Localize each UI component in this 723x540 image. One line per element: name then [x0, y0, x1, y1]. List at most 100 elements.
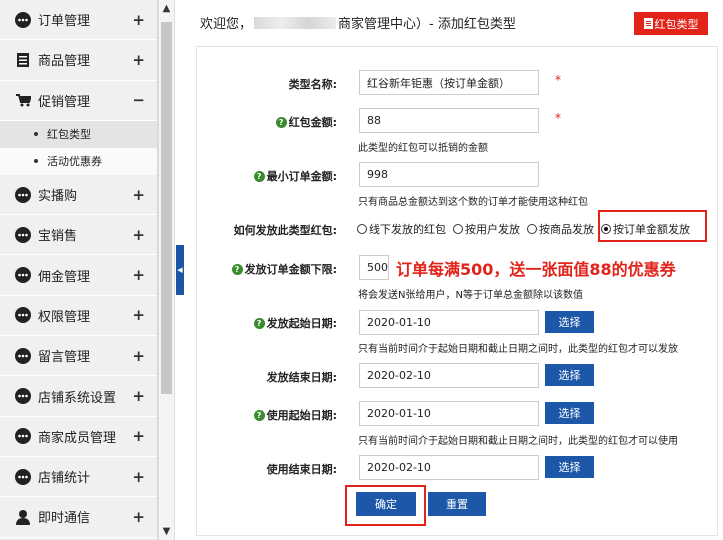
send-end-date-input[interactable]: 2020-02-10	[359, 363, 539, 388]
use-start-date-input[interactable]: 2020-01-10	[359, 401, 539, 426]
dots-icon	[14, 468, 32, 486]
dots-icon	[14, 226, 32, 244]
order-lower-input[interactable]: 500	[359, 255, 389, 280]
dots-icon	[14, 186, 32, 204]
send-start-choose-button[interactable]: 选择	[545, 311, 594, 333]
scroll-up-icon[interactable]: ▲	[159, 0, 174, 17]
help-icon[interactable]: ?	[253, 409, 265, 421]
label-text: 类型名称:	[288, 78, 337, 91]
order-lower-hint: 将会发送N张给用户，N等于订单总金额除以该数值	[358, 290, 583, 301]
send-date-hint: 只有当前时间介于起始日期和截止日期之间时，此类型的红包才可以发放	[358, 344, 678, 355]
sidebar-item-live-shop[interactable]: 实播购 +	[0, 175, 157, 216]
scroll-down-icon[interactable]: ▼	[159, 523, 174, 540]
expand-toggle[interactable]: +	[132, 51, 145, 69]
radio-by-product[interactable]: 按商品发放	[527, 221, 594, 237]
expand-toggle[interactable]: +	[132, 266, 145, 284]
expand-toggle[interactable]: +	[132, 306, 145, 324]
label-text: 使用起始日期:	[266, 409, 337, 422]
sidebar-item-label: 店铺系统设置	[38, 390, 117, 406]
expand-toggle[interactable]: +	[132, 427, 145, 445]
amount-hint: 此类型的红包可以抵销的金额	[358, 143, 488, 154]
send-end-choose-button[interactable]: 选择	[545, 364, 594, 386]
sidebar-item-messages[interactable]: 留言管理 +	[0, 336, 157, 377]
chevron-left-icon: ◀	[177, 266, 183, 274]
sidebar-item-promotions[interactable]: 促销管理 −	[0, 81, 157, 121]
sidebar-item-label: 宝销售	[38, 229, 78, 245]
radio-by-user[interactable]: 按用户发放	[453, 221, 520, 237]
submit-button[interactable]: 确定	[356, 492, 416, 516]
sidebar-item-label: 实播购	[38, 189, 78, 205]
order-lower-label: ? 发放订单金额下限:	[231, 261, 337, 277]
expand-toggle[interactable]: +	[132, 186, 145, 204]
help-icon[interactable]: ?	[253, 170, 265, 182]
welcome-suffix: 商家管理中心）- 添加红包类型	[338, 17, 516, 32]
help-icon[interactable]: ?	[231, 263, 243, 275]
label-text: 发放结束日期:	[266, 371, 337, 384]
min-order-input[interactable]: 998	[359, 162, 539, 187]
label-text: 使用结束日期:	[266, 463, 337, 476]
sidebar-subitem-red-packet-type[interactable]: 红包类型	[0, 120, 157, 148]
use-end-choose-button[interactable]: 选择	[545, 456, 594, 478]
help-icon[interactable]: ?	[253, 317, 265, 329]
send-method-label: 如何发放此类型红包:	[234, 222, 337, 238]
redacted-username	[254, 16, 337, 29]
min-order-hint: 只有商品总金额达到这个数的订单才能使用这种红包	[358, 197, 588, 208]
scrollbar-thumb[interactable]	[161, 22, 172, 394]
collapse-toggle[interactable]: −	[132, 91, 145, 109]
help-icon[interactable]: ?	[275, 116, 287, 128]
type-name-input[interactable]: 红谷新年钜惠（按订单金额）	[359, 70, 539, 95]
sidebar-scrollbar[interactable]: ▲ ▼	[158, 0, 175, 540]
use-start-label: ? 使用起始日期:	[253, 407, 337, 423]
sidebar-item-shop-settings[interactable]: 店铺系统设置 +	[0, 376, 157, 417]
amount-input[interactable]: 88	[359, 108, 539, 133]
document-icon	[643, 18, 653, 29]
radio-circle[interactable]	[357, 224, 367, 234]
sidebar-item-instant-messaging[interactable]: 即时通信 +	[0, 497, 157, 538]
sidebar-subitem-coupons[interactable]: 活动优惠券	[0, 148, 157, 175]
required-mark: *	[555, 73, 561, 87]
expand-toggle[interactable]: +	[132, 11, 145, 29]
label-text: 如何发放此类型红包:	[233, 224, 337, 237]
annotation-text: 订单每满500，送一张面值88的优惠券	[396, 260, 676, 279]
dots-icon	[14, 427, 32, 445]
expand-toggle[interactable]: +	[132, 508, 145, 526]
use-end-date-input[interactable]: 2020-02-10	[359, 455, 539, 480]
use-end-label: 使用结束日期:	[267, 461, 337, 477]
sidebar-item-permissions[interactable]: 权限管理 +	[0, 296, 157, 337]
min-order-label: ? 最小订单金额:	[253, 168, 337, 184]
sidebar-item-products[interactable]: 商品管理 +	[0, 40, 157, 81]
expand-toggle[interactable]: +	[132, 468, 145, 486]
welcome-text: 欢迎您， 商家管理中心）- 添加红包类型	[200, 13, 516, 32]
sidebar-collapse-handle[interactable]: ◀	[176, 245, 184, 295]
radio-label: 按用户发放	[465, 223, 520, 236]
sidebar-item-label: 即时通信	[38, 511, 91, 527]
cart-icon	[14, 91, 32, 109]
sidebar-subitem-label: 红包类型	[47, 128, 91, 142]
expand-toggle[interactable]: +	[132, 387, 145, 405]
sidebar-item-members[interactable]: 商家成员管理 +	[0, 417, 157, 457]
radio-circle[interactable]	[527, 224, 537, 234]
expand-toggle[interactable]: +	[132, 347, 145, 365]
label-text: 发放起始日期:	[266, 317, 337, 330]
type-name-label: 类型名称:	[289, 76, 337, 92]
sidebar-item-orders[interactable]: 订单管理 +	[0, 0, 157, 41]
radio-circle[interactable]	[453, 224, 463, 234]
amount-label: ? 红包金额:	[275, 114, 337, 130]
red-packet-type-button[interactable]: 红包类型	[634, 12, 708, 35]
expand-toggle[interactable]: +	[132, 226, 145, 244]
send-start-date-input[interactable]: 2020-01-10	[359, 310, 539, 335]
document-icon	[14, 51, 32, 69]
use-start-choose-button[interactable]: 选择	[545, 402, 594, 424]
sidebar: 订单管理 + 商品管理 + 促销管理 − 红包类型 活动优惠券 实播购 + 宝销…	[0, 0, 158, 540]
use-date-hint: 只有当前时间介于起始日期和截止日期之间时，此类型的红包才可以使用	[358, 436, 678, 447]
welcome-prefix: 欢迎您，	[200, 17, 253, 32]
sidebar-item-statistics[interactable]: 店铺统计 +	[0, 457, 157, 498]
sidebar-item-commission[interactable]: 佣金管理 +	[0, 255, 157, 296]
sidebar-item-label: 权限管理	[38, 309, 91, 325]
sidebar-item-sales[interactable]: 宝销售 +	[0, 215, 157, 256]
sidebar-item-label: 商家成员管理	[38, 430, 117, 446]
reset-button[interactable]: 重置	[428, 492, 486, 516]
radio-label: 按商品发放	[539, 223, 594, 236]
radio-offline[interactable]: 线下发放的红包	[357, 221, 446, 237]
dots-icon	[14, 11, 32, 29]
